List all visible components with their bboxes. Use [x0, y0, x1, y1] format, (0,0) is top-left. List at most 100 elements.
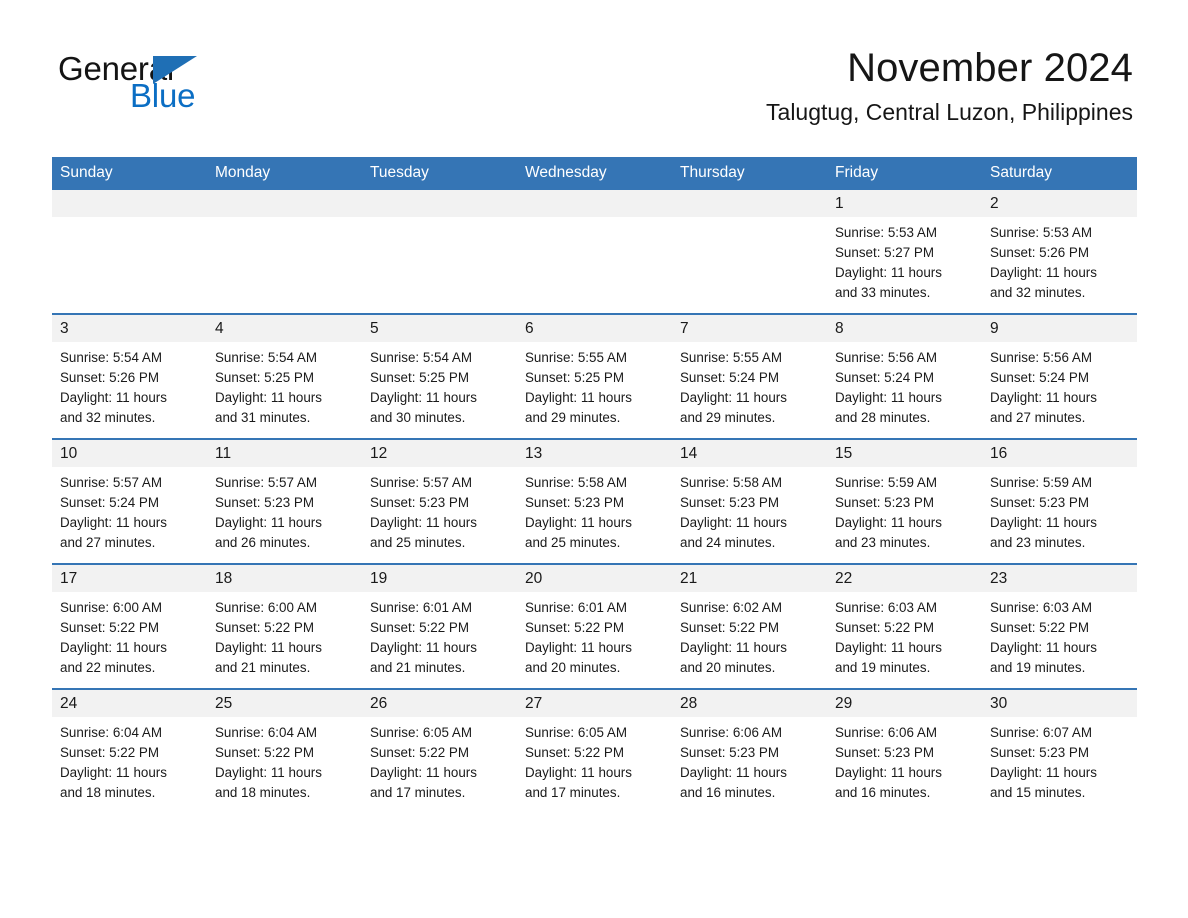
day-number: 7: [672, 315, 827, 342]
calendar-day-cell[interactable]: 24 Sunrise: 6:04 AM Sunset: 5:22 PM Dayligh…: [52, 688, 207, 813]
day-details: [672, 217, 827, 309]
sunrise-text: Sunrise: 5:53 AM: [835, 225, 937, 240]
day-number: 27: [517, 690, 672, 717]
daylight-text-line1: Daylight: 11 hours: [370, 765, 477, 780]
sunset-text: Sunset: 5:23 PM: [835, 745, 934, 760]
daylight-text-line2: and 28 minutes.: [835, 410, 931, 425]
sunrise-text: Sunrise: 6:05 AM: [525, 725, 627, 740]
calendar-day-cell[interactable]: 14 Sunrise: 5:58 AM Sunset: 5:23 PM Dayligh…: [672, 438, 827, 564]
weekday-header-tuesday: Tuesday: [362, 157, 517, 190]
day-number: 1: [827, 190, 982, 217]
calendar-day-cell[interactable]: 5 Sunrise: 5:54 AM Sunset: 5:25 PM Daylight…: [362, 313, 517, 439]
calendar-day-cell[interactable]: 7 Sunrise: 5:55 AM Sunset: 5:24 PM Daylight…: [672, 313, 827, 439]
title-block: November 2024 Talugtug, Central Luzon, P…: [766, 46, 1133, 125]
sunset-text: Sunset: 5:23 PM: [370, 495, 469, 510]
sunrise-text: Sunrise: 5:54 AM: [370, 350, 472, 365]
sunset-text: Sunset: 5:23 PM: [215, 495, 314, 510]
day-details: Sunrise: 5:53 AM Sunset: 5:26 PM Daylight:…: [982, 217, 1137, 313]
daylight-text-line2: and 15 minutes.: [990, 785, 1086, 800]
day-number: 4: [207, 315, 362, 342]
day-number: 3: [52, 315, 207, 342]
daylight-text-line2: and 30 minutes.: [370, 410, 466, 425]
day-details: Sunrise: 6:04 AM Sunset: 5:22 PM Daylight:…: [52, 717, 207, 813]
day-number: 12: [362, 440, 517, 467]
daylight-text-line1: Daylight: 11 hours: [990, 515, 1097, 530]
calendar-day-cell[interactable]: 22 Sunrise: 6:03 AM Sunset: 5:22 PM Dayligh…: [827, 563, 982, 689]
day-number: 26: [362, 690, 517, 717]
daylight-text-line2: and 23 minutes.: [835, 535, 931, 550]
calendar-day-cell[interactable]: 6 Sunrise: 5:55 AM Sunset: 5:25 PM Daylight…: [517, 313, 672, 439]
daylight-text-line2: and 25 minutes.: [525, 535, 621, 550]
weekday-header-sunday: Sunday: [52, 157, 207, 190]
day-number: [517, 190, 672, 217]
daylight-text-line1: Daylight: 11 hours: [680, 390, 787, 405]
calendar-day-cell[interactable]: 15 Sunrise: 5:59 AM Sunset: 5:23 PM Dayligh…: [827, 438, 982, 564]
sunrise-text: Sunrise: 5:58 AM: [525, 475, 627, 490]
sunset-text: Sunset: 5:22 PM: [525, 745, 624, 760]
day-number: 30: [982, 690, 1137, 717]
daylight-text-line1: Daylight: 11 hours: [370, 640, 477, 655]
calendar-day-cell[interactable]: 4 Sunrise: 5:54 AM Sunset: 5:25 PM Daylight…: [207, 313, 362, 439]
daylight-text-line2: and 27 minutes.: [990, 410, 1086, 425]
day-details: Sunrise: 5:55 AM Sunset: 5:25 PM Daylight:…: [517, 342, 672, 438]
weekday-header-friday: Friday: [827, 157, 982, 190]
sunrise-text: Sunrise: 5:56 AM: [990, 350, 1092, 365]
sunset-text: Sunset: 5:22 PM: [370, 620, 469, 635]
daylight-text-line2: and 27 minutes.: [60, 535, 156, 550]
calendar-day-cell[interactable]: 12 Sunrise: 5:57 AM Sunset: 5:23 PM Dayligh…: [362, 438, 517, 564]
calendar-day-cell[interactable]: 17 Sunrise: 6:00 AM Sunset: 5:22 PM Dayligh…: [52, 563, 207, 689]
calendar-day-cell[interactable]: 18 Sunrise: 6:00 AM Sunset: 5:22 PM Dayligh…: [207, 563, 362, 689]
calendar-day-cell[interactable]: 26 Sunrise: 6:05 AM Sunset: 5:22 PM Dayligh…: [362, 688, 517, 813]
daylight-text-line2: and 32 minutes.: [990, 285, 1086, 300]
day-details: Sunrise: 5:54 AM Sunset: 5:25 PM Daylight:…: [362, 342, 517, 438]
day-details: Sunrise: 5:56 AM Sunset: 5:24 PM Daylight:…: [982, 342, 1137, 438]
generalblue-logo[interactable]: General Blue: [58, 52, 288, 114]
calendar-day-cell[interactable]: 3 Sunrise: 5:54 AM Sunset: 5:26 PM Daylight…: [52, 313, 207, 439]
daylight-text-line1: Daylight: 11 hours: [990, 640, 1097, 655]
calendar-day-cell[interactable]: 30 Sunrise: 6:07 AM Sunset: 5:23 PM Dayligh…: [982, 688, 1137, 813]
day-details: Sunrise: 6:06 AM Sunset: 5:23 PM Daylight:…: [672, 717, 827, 813]
day-number: 16: [982, 440, 1137, 467]
daylight-text-line1: Daylight: 11 hours: [525, 640, 632, 655]
calendar-day-cell[interactable]: 2 Sunrise: 5:53 AM Sunset: 5:26 PM Daylight…: [982, 190, 1137, 314]
day-details: Sunrise: 6:00 AM Sunset: 5:22 PM Daylight:…: [52, 592, 207, 688]
sunrise-text: Sunrise: 5:56 AM: [835, 350, 937, 365]
sunset-text: Sunset: 5:26 PM: [60, 370, 159, 385]
day-number: 15: [827, 440, 982, 467]
calendar-day-cell[interactable]: 10 Sunrise: 5:57 AM Sunset: 5:24 PM Dayligh…: [52, 438, 207, 564]
weekday-header-monday: Monday: [207, 157, 362, 190]
calendar-day-cell[interactable]: 13 Sunrise: 5:58 AM Sunset: 5:23 PM Dayligh…: [517, 438, 672, 564]
day-number: [52, 190, 207, 217]
daylight-text-line1: Daylight: 11 hours: [835, 390, 942, 405]
calendar-day-cell[interactable]: 23 Sunrise: 6:03 AM Sunset: 5:22 PM Dayligh…: [982, 563, 1137, 689]
calendar-day-cell[interactable]: 1 Sunrise: 5:53 AM Sunset: 5:27 PM Daylight…: [827, 190, 982, 314]
calendar-day-cell[interactable]: 11 Sunrise: 5:57 AM Sunset: 5:23 PM Dayligh…: [207, 438, 362, 564]
calendar-day-cell[interactable]: 9 Sunrise: 5:56 AM Sunset: 5:24 PM Daylight…: [982, 313, 1137, 439]
day-number: [362, 190, 517, 217]
calendar-day-cell[interactable]: 21 Sunrise: 6:02 AM Sunset: 5:22 PM Dayligh…: [672, 563, 827, 689]
day-number: 2: [982, 190, 1137, 217]
daylight-text-line1: Daylight: 11 hours: [990, 390, 1097, 405]
calendar-day-cell[interactable]: 25 Sunrise: 6:04 AM Sunset: 5:22 PM Dayligh…: [207, 688, 362, 813]
daylight-text-line1: Daylight: 11 hours: [370, 390, 477, 405]
sunrise-text: Sunrise: 6:01 AM: [525, 600, 627, 615]
calendar-day-cell[interactable]: 20 Sunrise: 6:01 AM Sunset: 5:22 PM Dayligh…: [517, 563, 672, 689]
day-details: Sunrise: 6:05 AM Sunset: 5:22 PM Daylight:…: [362, 717, 517, 813]
calendar-day-cell[interactable]: 29 Sunrise: 6:06 AM Sunset: 5:23 PM Dayligh…: [827, 688, 982, 813]
day-number: 17: [52, 565, 207, 592]
day-number: 22: [827, 565, 982, 592]
calendar-day-cell[interactable]: 27 Sunrise: 6:05 AM Sunset: 5:22 PM Dayligh…: [517, 688, 672, 813]
calendar-day-cell[interactable]: 19 Sunrise: 6:01 AM Sunset: 5:22 PM Dayligh…: [362, 563, 517, 689]
daylight-text-line1: Daylight: 11 hours: [215, 765, 322, 780]
day-details: Sunrise: 5:58 AM Sunset: 5:23 PM Daylight:…: [672, 467, 827, 563]
sunset-text: Sunset: 5:23 PM: [525, 495, 624, 510]
sunset-text: Sunset: 5:24 PM: [835, 370, 934, 385]
calendar-day-cell[interactable]: 16 Sunrise: 5:59 AM Sunset: 5:23 PM Dayligh…: [982, 438, 1137, 564]
day-number: 18: [207, 565, 362, 592]
calendar-day-cell[interactable]: 28 Sunrise: 6:06 AM Sunset: 5:23 PM Dayligh…: [672, 688, 827, 813]
calendar-day-cell[interactable]: 8 Sunrise: 5:56 AM Sunset: 5:24 PM Daylight…: [827, 313, 982, 439]
sunset-text: Sunset: 5:22 PM: [835, 620, 934, 635]
day-details: [52, 217, 207, 309]
sunset-text: Sunset: 5:25 PM: [215, 370, 314, 385]
day-details: [517, 217, 672, 309]
